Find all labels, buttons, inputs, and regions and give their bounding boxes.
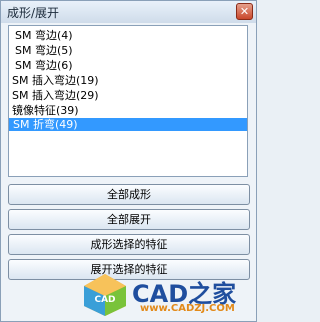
list-item[interactable]: 镜像特征(39) — [12, 104, 79, 117]
list-item[interactable]: SM 弯边(6) — [15, 59, 73, 72]
form-selected-button[interactable]: 成形选择的特征 — [8, 234, 250, 255]
watermark-url: www.CADZJ.COM — [140, 303, 235, 314]
feature-listbox[interactable]: SM 弯边(4) SM 弯边(5) SM 弯边(6) SM 插入弯边(19) S… — [8, 25, 248, 177]
close-icon: ✕ — [239, 5, 250, 18]
dialog-title: 成形/展开 — [7, 6, 60, 20]
logo-letters: CAD — [94, 295, 115, 305]
list-item[interactable]: SM 插入弯边(29) — [12, 89, 99, 102]
list-item[interactable]: SM 弯边(5) — [15, 44, 73, 57]
unform-all-button[interactable]: 全部展开 — [8, 209, 250, 230]
form-all-button[interactable]: 全部成形 — [8, 184, 250, 205]
title-bar[interactable]: 成形/展开 ✕ — [1, 1, 256, 23]
cad-logo-icon: CAD — [84, 274, 126, 316]
list-item[interactable]: SM 弯边(4) — [15, 29, 73, 42]
list-item-selected[interactable]: SM 折弯(49) — [9, 118, 247, 131]
list-item[interactable]: SM 插入弯边(19) — [12, 74, 99, 87]
close-button[interactable]: ✕ — [236, 3, 253, 20]
watermark: CAD CAD之家 www.CADZJ.COM — [82, 272, 252, 318]
